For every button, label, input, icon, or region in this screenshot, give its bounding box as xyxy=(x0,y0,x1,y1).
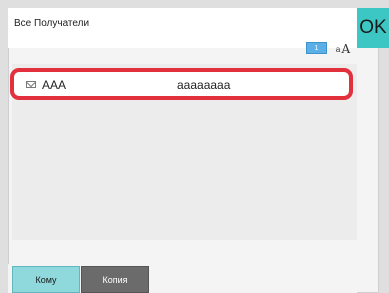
page-indicator: 1 xyxy=(306,42,327,54)
dialog-title: Все Получатели xyxy=(14,18,90,29)
sort-small-letter: a xyxy=(335,44,341,54)
recipient-address: aaaaaaaa xyxy=(177,78,231,92)
envelope-icon xyxy=(26,81,36,88)
tab-to[interactable]: Кому xyxy=(12,266,80,293)
sort-button[interactable]: aA xyxy=(331,40,355,58)
recipient-name: AAA xyxy=(42,78,67,92)
tab-cc[interactable]: Копия xyxy=(81,266,149,293)
sort-big-letter: A xyxy=(341,42,351,56)
recipient-list-item[interactable]: AAA aaaaaaaa xyxy=(10,68,353,100)
ok-button[interactable]: OK xyxy=(357,8,389,48)
